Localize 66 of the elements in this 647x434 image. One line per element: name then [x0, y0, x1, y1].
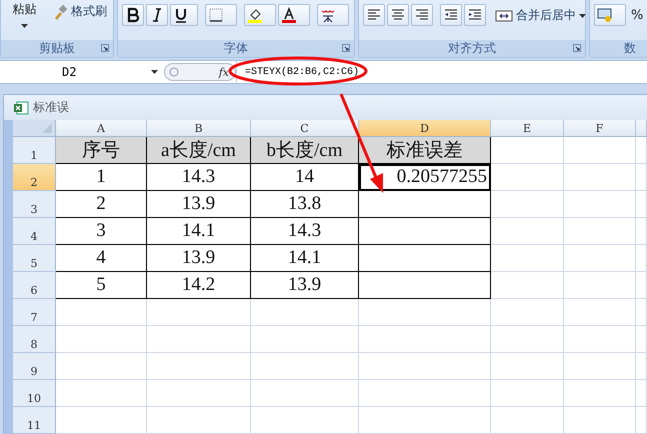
row-header[interactable]: 11: [13, 407, 56, 434]
workbook-title: 标准误: [33, 99, 69, 116]
dialog-launcher-icon[interactable]: [101, 44, 109, 52]
group-label: 剪贴板: [39, 40, 75, 57]
empty-cell[interactable]: [359, 245, 491, 272]
row-header[interactable]: 2: [13, 164, 56, 191]
table-cell[interactable]: 14.2: [147, 272, 251, 299]
row-header[interactable]: 3: [13, 191, 56, 218]
bold-icon[interactable]: [125, 7, 141, 23]
format-painter-button[interactable]: 格式刷: [50, 1, 109, 22]
row-header[interactable]: 6: [13, 272, 56, 299]
empty-cell[interactable]: [359, 191, 491, 218]
brush-icon: [52, 4, 68, 20]
select-all-icon[interactable]: [42, 123, 52, 133]
table-cell[interactable]: 14.3: [251, 218, 359, 245]
handle-icon[interactable]: [169, 67, 179, 77]
table-cell[interactable]: 3: [56, 218, 147, 245]
group-label: 字体: [224, 40, 248, 57]
table-cell[interactable]: 13.9: [147, 191, 251, 218]
column-header[interactable]: A: [56, 120, 147, 137]
caret-icon: [579, 14, 586, 18]
table-cell[interactable]: 1: [56, 164, 147, 191]
row-header[interactable]: 5: [13, 245, 56, 272]
empty-cell[interactable]: [359, 272, 491, 299]
caret-icon[interactable]: [21, 24, 28, 28]
column-header[interactable]: D: [359, 120, 491, 137]
merge-cells-icon: [495, 8, 513, 22]
row-header[interactable]: 8: [13, 326, 56, 353]
row-header[interactable]: 9: [13, 353, 56, 380]
table-cell[interactable]: 13.9: [147, 245, 251, 272]
table-cell[interactable]: 0.20577255: [359, 164, 491, 191]
insert-function-button[interactable]: fx: [218, 66, 229, 78]
table-cell[interactable]: 14.1: [147, 218, 251, 245]
column-header[interactable]: C: [251, 120, 359, 137]
row-header[interactable]: 1: [13, 137, 56, 164]
table-cell[interactable]: 13.9: [251, 272, 359, 299]
percent-button[interactable]: %: [628, 8, 646, 22]
column-header[interactable]: [636, 120, 647, 137]
column-header[interactable]: F: [564, 120, 636, 137]
merge-center-button[interactable]: 合并后居中: [493, 5, 588, 26]
dialog-launcher-icon[interactable]: [573, 44, 581, 52]
excel-icon: [13, 100, 29, 114]
row-header[interactable]: 10: [13, 380, 56, 407]
row-header[interactable]: 4: [13, 218, 56, 245]
formula-field[interactable]: =STEYX(B2:B6,C2:C6): [236, 61, 647, 83]
table-cell[interactable]: a长度/cm: [147, 137, 251, 164]
dialog-launcher-icon[interactable]: [342, 44, 350, 52]
caret-icon: [151, 70, 158, 74]
table-cell[interactable]: 序号: [56, 137, 147, 164]
table-cell[interactable]: 4: [56, 245, 147, 272]
table-cell[interactable]: 14.3: [147, 164, 251, 191]
column-header[interactable]: E: [491, 120, 564, 137]
table-cell[interactable]: 13.8: [251, 191, 359, 218]
table-cell[interactable]: 14.1: [251, 245, 359, 272]
column-header[interactable]: B: [147, 120, 251, 137]
group-label: 对齐方式: [448, 40, 496, 57]
name-box[interactable]: D2: [0, 61, 164, 83]
table-cell[interactable]: 2: [56, 191, 147, 218]
table-cell[interactable]: 14: [251, 164, 359, 191]
table-cell[interactable]: 标准误差: [359, 137, 491, 164]
empty-cell[interactable]: [359, 218, 491, 245]
group-label: 数: [624, 40, 636, 57]
table-cell[interactable]: b长度/cm: [251, 137, 359, 164]
table-cell[interactable]: 5: [56, 272, 147, 299]
paste-button[interactable]: 粘贴: [12, 1, 36, 18]
row-header[interactable]: 7: [13, 299, 56, 326]
